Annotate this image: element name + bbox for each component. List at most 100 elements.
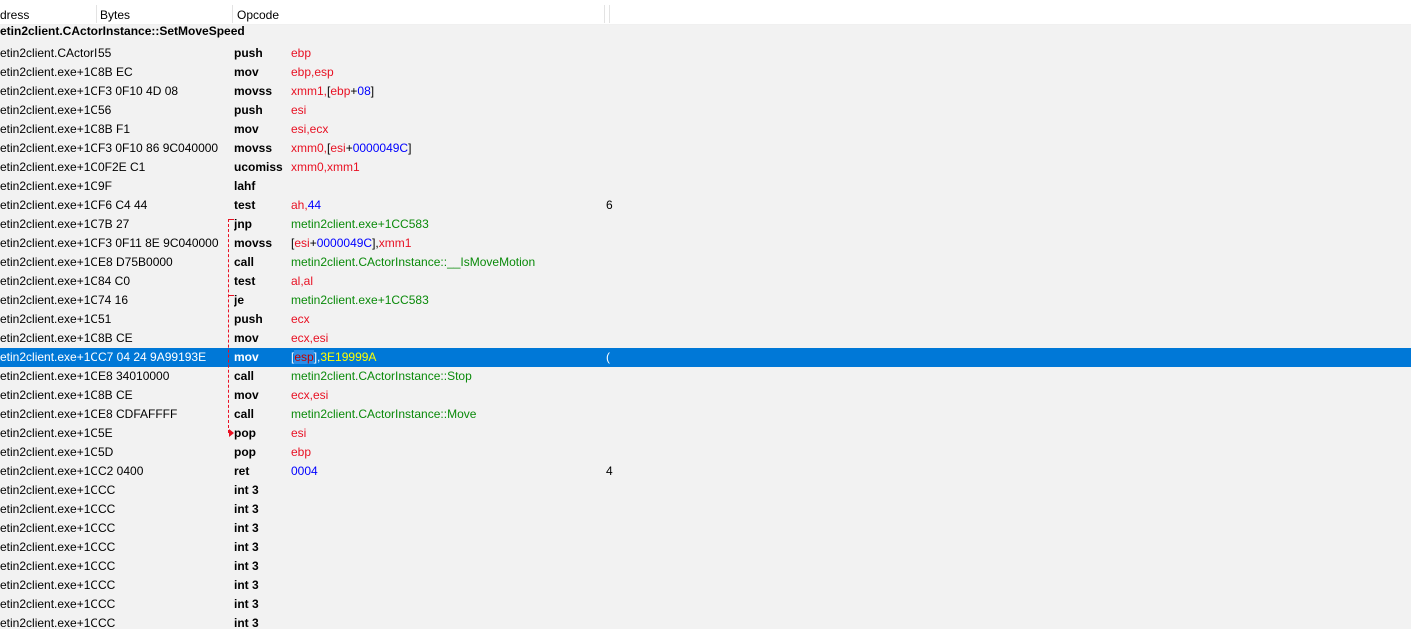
instruction-row[interactable]: etin2client.exe+1C 8B F1 mov esi,ecx bbox=[0, 120, 1411, 139]
mnemonic-cell: mov bbox=[234, 350, 259, 364]
bytes-cell: 7B 27 bbox=[98, 217, 130, 231]
operand-token: xmm0, bbox=[291, 141, 327, 155]
instruction-row[interactable]: etin2client.exe+1C 9F lahf bbox=[0, 177, 1411, 196]
operand-token: 3E19999A bbox=[320, 350, 377, 364]
operand-token: metin2client.exe+1CC583 bbox=[291, 293, 429, 307]
instruction-row[interactable]: etin2client.exe+1C CC int 3 bbox=[0, 500, 1411, 519]
operands-cell: esi bbox=[291, 424, 606, 443]
address-cell: etin2client.exe+1C bbox=[0, 597, 97, 611]
operand-token: ebp bbox=[291, 46, 312, 60]
column-divider[interactable] bbox=[96, 5, 97, 23]
operand-token: ], bbox=[372, 236, 379, 250]
instruction-row[interactable]: etin2client.exe+1C CC int 3 bbox=[0, 576, 1411, 595]
instruction-row[interactable]: etin2client.exe+1C CC int 3 bbox=[0, 538, 1411, 557]
mnemonic-cell: int 3 bbox=[234, 578, 259, 592]
address-cell: etin2client.exe+1C bbox=[0, 407, 97, 421]
instruction-row[interactable]: etin2client.exe+1C E8 CDFAFFFF call metin2c… bbox=[0, 405, 1411, 424]
instruction-list[interactable]: etin2client.CActorIn 55 push ebp etin2client… bbox=[0, 44, 1411, 633]
address-cell: etin2client.exe+1C bbox=[0, 255, 97, 269]
operand-token: 44 bbox=[307, 198, 322, 212]
mnemonic-cell: int 3 bbox=[234, 616, 259, 630]
bytes-cell: 51 bbox=[98, 312, 112, 326]
instruction-row[interactable]: etin2client.exe+1C 0F2E C1 ucomiss xmm0,xmm… bbox=[0, 158, 1411, 177]
instruction-row[interactable]: etin2client.exe+1C 8B CE mov ecx,esi bbox=[0, 329, 1411, 348]
mnemonic-cell: pop bbox=[234, 445, 256, 459]
address-cell: etin2client.exe+1C bbox=[0, 198, 97, 212]
operands-cell: metin2client.CActorInstance::Move bbox=[291, 405, 606, 424]
instruction-row[interactable]: etin2client.exe+1C 5D pop ebp bbox=[0, 443, 1411, 462]
operand-token: esp bbox=[294, 350, 314, 364]
operands-cell: xmm0,xmm1 bbox=[291, 158, 606, 177]
instruction-row[interactable]: etin2client.exe+1C 7B 27 jnp metin2client.e… bbox=[0, 215, 1411, 234]
operand-token: 0000049C bbox=[352, 141, 409, 155]
mnemonic-cell: lahf bbox=[234, 179, 256, 193]
mnemonic-cell: mov bbox=[234, 122, 259, 136]
instruction-row[interactable]: etin2client.exe+1C F3 0F11 8E 9C040000 mov… bbox=[0, 234, 1411, 253]
address-cell: etin2client.CActorIn bbox=[0, 46, 97, 60]
mnemonic-cell: int 3 bbox=[234, 502, 259, 516]
operands-cell: ecx,esi bbox=[291, 386, 606, 405]
bytes-cell: C2 0400 bbox=[98, 464, 144, 478]
instruction-row[interactable]: etin2client.exe+1C CC int 3 bbox=[0, 614, 1411, 633]
column-header-bytes[interactable]: Bytes bbox=[100, 0, 232, 24]
column-divider[interactable] bbox=[232, 5, 233, 23]
instruction-row-selected[interactable]: etin2client.exe+1C C7 04 24 9A99193E mov [e… bbox=[0, 348, 1411, 367]
bytes-cell: 8B CE bbox=[98, 388, 133, 402]
address-cell: etin2client.exe+1C bbox=[0, 236, 97, 250]
operands-cell: metin2client.CActorInstance::Stop bbox=[291, 367, 606, 386]
comment-cell: 4 bbox=[606, 464, 613, 478]
instruction-row[interactable]: etin2client.exe+1C CC int 3 bbox=[0, 519, 1411, 538]
bytes-cell: C7 04 24 9A99193E bbox=[98, 350, 207, 364]
operand-token: esi bbox=[294, 236, 310, 250]
address-cell: etin2client.exe+1C bbox=[0, 616, 97, 630]
column-divider[interactable] bbox=[604, 5, 605, 23]
instruction-row[interactable]: etin2client.exe+1C F6 C4 44 test ah,44 6 bbox=[0, 196, 1411, 215]
instruction-row[interactable]: etin2client.exe+1C 8B CE mov ecx,esi bbox=[0, 386, 1411, 405]
bytes-cell: CC bbox=[98, 578, 116, 592]
instruction-row[interactable]: etin2client.exe+1C E8 34010000 call metin2c… bbox=[0, 367, 1411, 386]
instruction-row[interactable]: etin2client.exe+1C CC int 3 bbox=[0, 595, 1411, 614]
bytes-cell: CC bbox=[98, 559, 116, 573]
mnemonic-cell: test bbox=[234, 198, 256, 212]
operands-cell: ecx bbox=[291, 310, 606, 329]
operands-cell: esi bbox=[291, 101, 606, 120]
operand-token: 0000049C bbox=[316, 236, 373, 250]
instruction-row[interactable]: etin2client.exe+1C C2 0400 ret 0004 4 bbox=[0, 462, 1411, 481]
bytes-cell: CC bbox=[98, 521, 116, 535]
instruction-row[interactable]: etin2client.exe+1C 51 push ecx bbox=[0, 310, 1411, 329]
instruction-row[interactable]: etin2client.exe+1C 8B EC mov ebp,esp bbox=[0, 63, 1411, 82]
address-cell: etin2client.exe+1C bbox=[0, 559, 97, 573]
mnemonic-cell: push bbox=[234, 312, 263, 326]
instruction-row[interactable]: etin2client.exe+1C 74 16 je metin2client.ex… bbox=[0, 291, 1411, 310]
operand-token: esi bbox=[330, 141, 346, 155]
address-cell: etin2client.exe+1C bbox=[0, 293, 97, 307]
column-divider[interactable] bbox=[609, 5, 610, 23]
instruction-row[interactable]: etin2client.exe+1C 56 push esi bbox=[0, 101, 1411, 120]
bytes-cell: E8 34010000 bbox=[98, 369, 170, 383]
operands-cell: ebp bbox=[291, 443, 606, 462]
instruction-row[interactable]: etin2client.exe+1C 5E pop esi bbox=[0, 424, 1411, 443]
operand-token: ecx bbox=[291, 312, 310, 326]
mnemonic-cell: je bbox=[234, 293, 245, 307]
operands-cell: [esp],3E19999A bbox=[291, 348, 606, 367]
bytes-cell: 84 C0 bbox=[98, 274, 131, 288]
column-header-opcode[interactable]: Opcode bbox=[237, 0, 603, 24]
instruction-row[interactable]: etin2client.exe+1C F3 0F10 86 9C040000 mov… bbox=[0, 139, 1411, 158]
instruction-row[interactable]: etin2client.exe+1C 84 C0 test al,al bbox=[0, 272, 1411, 291]
instruction-row[interactable]: etin2client.exe+1C CC int 3 bbox=[0, 481, 1411, 500]
instruction-row[interactable]: etin2client.CActorIn 55 push ebp bbox=[0, 44, 1411, 63]
instruction-row[interactable]: etin2client.exe+1C E8 D75B0000 call metin2c… bbox=[0, 253, 1411, 272]
instruction-row[interactable]: etin2client.exe+1C CC int 3 bbox=[0, 557, 1411, 576]
mnemonic-cell: push bbox=[234, 103, 263, 117]
operand-token: metin2client.exe+1CC583 bbox=[291, 217, 429, 231]
instruction-row[interactable]: etin2client.exe+1C F3 0F10 4D 08 movss xmm1… bbox=[0, 82, 1411, 101]
operand-token: ebp,esp bbox=[291, 65, 334, 79]
mnemonic-cell: call bbox=[234, 407, 255, 421]
bytes-cell: CC bbox=[98, 540, 116, 554]
operand-token: xmm1 bbox=[378, 236, 412, 250]
mnemonic-cell: mov bbox=[234, 331, 259, 345]
bytes-cell: CC bbox=[98, 597, 116, 611]
address-cell: etin2client.exe+1C bbox=[0, 578, 97, 592]
bytes-cell: 55 bbox=[98, 46, 112, 60]
column-header-address[interactable]: dress bbox=[0, 0, 96, 24]
